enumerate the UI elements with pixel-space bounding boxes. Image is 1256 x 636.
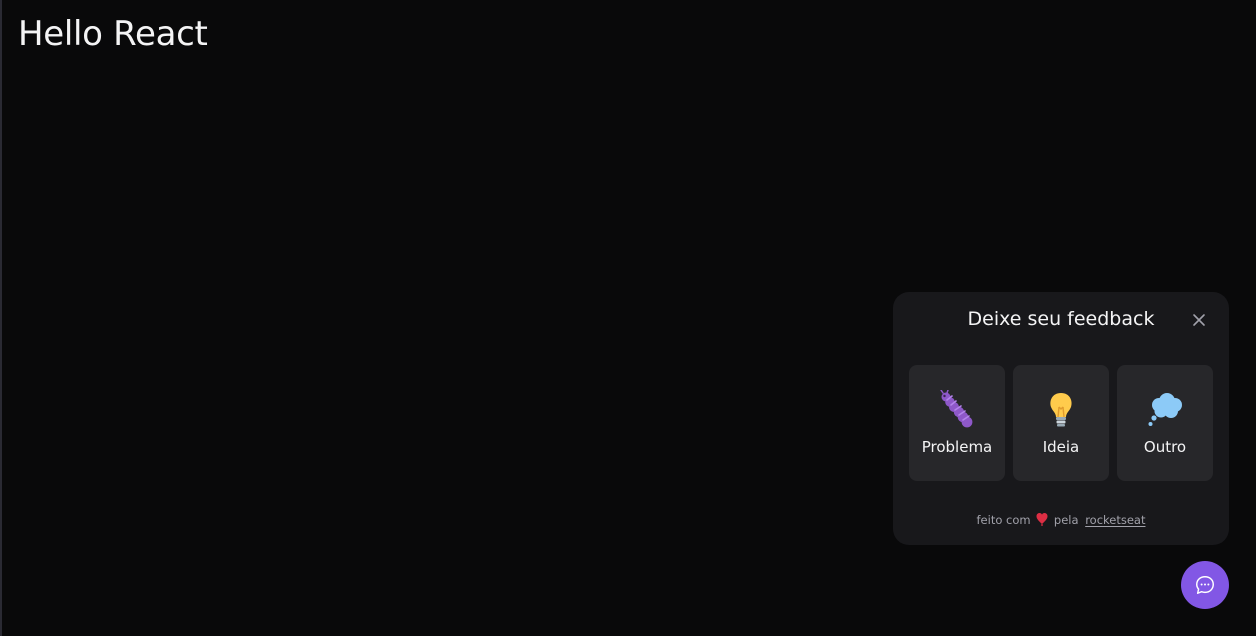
widget-title: Deixe seu feedback — [967, 308, 1155, 330]
feedback-widget: Deixe seu feedback Problema Ideia Outro … — [893, 292, 1229, 545]
bug-icon — [937, 390, 977, 430]
feedback-options: Problema Ideia Outro — [909, 365, 1213, 481]
heart-icon — [1036, 513, 1048, 526]
option-label: Ideia — [1042, 438, 1080, 456]
option-outro-button[interactable]: Outro — [1117, 365, 1213, 481]
option-problema-button[interactable]: Problema — [909, 365, 1005, 481]
close-button[interactable] — [1191, 312, 1207, 328]
option-label: Problema — [921, 438, 993, 456]
footer-middle: pela — [1053, 513, 1079, 527]
feedback-fab-button[interactable] — [1181, 561, 1229, 609]
chat-bubble-icon — [1196, 576, 1214, 594]
close-icon — [1193, 314, 1205, 326]
option-label: Outro — [1143, 438, 1187, 456]
page-title: Hello React — [18, 14, 208, 54]
option-ideia-button[interactable]: Ideia — [1013, 365, 1109, 481]
widget-footer: feito com pela rocketseat — [893, 512, 1229, 527]
rocketseat-link[interactable]: rocketseat — [1085, 513, 1145, 527]
lightbulb-icon — [1041, 390, 1081, 430]
viewport-edge — [0, 0, 2, 636]
thought-cloud-icon — [1145, 390, 1185, 430]
footer-prefix: feito com — [976, 513, 1031, 527]
